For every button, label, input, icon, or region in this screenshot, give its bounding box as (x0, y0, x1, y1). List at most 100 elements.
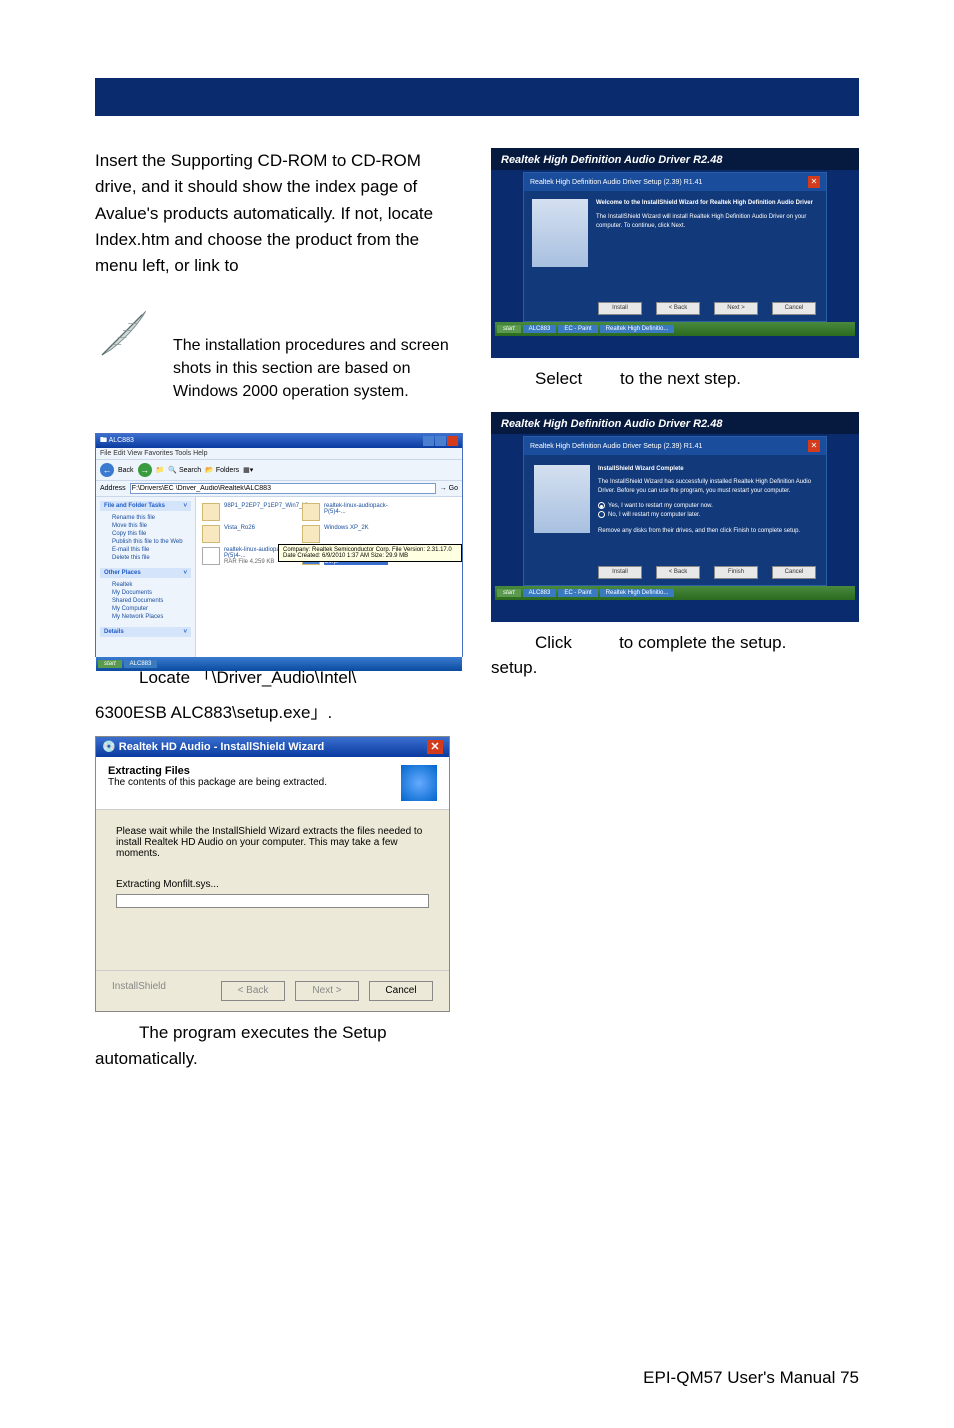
extracting-label: Extracting Monfilt.sys... (116, 879, 429, 890)
pc-graphic-icon (532, 199, 588, 267)
window-buttons (423, 436, 458, 446)
back-button: < Back (656, 566, 700, 579)
audio-driver-title: Realtek High Definition Audio Driver R2.… (495, 416, 855, 436)
explorer-sidebar: File and Folder Tasks Rename this file M… (96, 497, 196, 657)
wizard-title: 💿 Realtek HD Audio - InstallShield Wizar… (102, 740, 324, 753)
explorer-main: 98P1_P2EP7_P1EP7_Win7_Vis... realtek-lin… (196, 497, 462, 657)
button-row: Install < Back Next > Cancel (598, 302, 816, 315)
cancel-button[interactable]: Cancel (772, 302, 816, 315)
content-grid: Insert the Supporting CD-ROM to CD-ROM d… (0, 116, 954, 1073)
taskbar-item[interactable]: Realtek High Definitio... (600, 589, 675, 597)
close-icon[interactable]: ✕ (808, 440, 820, 452)
explorer-title: 🖿 ALC883 (100, 436, 134, 446)
taskbar-item[interactable]: ALC883 (124, 660, 158, 668)
radio-restart-now[interactable] (598, 502, 605, 509)
explorer-titlebar: 🖿 ALC883 (96, 434, 462, 448)
installshield-label: InstallShield (112, 981, 166, 1001)
step2-caption-b: 6300ESB ALC883\setup.exe」. (95, 700, 463, 726)
close-icon[interactable]: ✕ (808, 176, 820, 188)
file-item[interactable]: realtek-linux-audiopack-P(5)4-... (302, 503, 388, 521)
views-icon[interactable]: ▦▾ (243, 466, 253, 474)
back-label: Back (118, 467, 134, 474)
next-button[interactable]: Next > (714, 302, 758, 315)
next-button: Next > (295, 981, 359, 1001)
sidebar-item[interactable]: My Network Places (100, 613, 191, 621)
panel-other-places[interactable]: Other Places (100, 568, 191, 578)
search-label[interactable]: 🔍 Search (168, 466, 201, 474)
start-button[interactable]: start (497, 325, 521, 333)
wizard-logo-icon (401, 765, 437, 801)
sidebar-item[interactable]: My Documents (100, 589, 191, 597)
taskbar-item[interactable]: EC - Paint (558, 325, 597, 333)
sidebar-item[interactable]: Publish this file to the Web (100, 538, 191, 546)
header-bar (95, 78, 859, 116)
sidebar-item[interactable]: E-mail this file (100, 546, 191, 554)
wizard-footer: InstallShield < Back Next > Cancel (96, 970, 449, 1011)
file-item[interactable]: realtek-linux-audiopack-P(5)4-...RAR Fil… (202, 547, 288, 565)
panel-file-tasks[interactable]: File and Folder Tasks (100, 501, 191, 511)
folders-label[interactable]: 📂 Folders (205, 466, 239, 474)
intro-text: Insert the Supporting CD-ROM to CD-ROM d… (95, 148, 463, 280)
button-row: Install < Back Finish Cancel (598, 566, 816, 579)
explorer-toolbar: ← Back → 📁 🔍 Search 📂 Folders ▦▾ (96, 459, 462, 481)
audio-inner-dialog: Realtek High Definition Audio Driver Set… (523, 172, 827, 322)
wizard-header-text: Extracting Files The contents of this pa… (108, 765, 327, 788)
wizard-body: Please wait while the InstallShield Wiza… (96, 810, 449, 970)
welcome-body: Welcome to the InstallShield Wizard for … (524, 191, 826, 275)
note-text: The installation procedures and screen s… (173, 334, 463, 404)
taskbar-item[interactable]: ALC883 (523, 589, 557, 597)
step4-caption: Select to the next step. (491, 366, 859, 392)
cancel-button: Cancel (772, 566, 816, 579)
step5-caption-b: setup. (491, 655, 859, 681)
complete-body: InstallShield Wizard Complete The Instal… (524, 455, 826, 545)
file-item[interactable]: 98P1_P2EP7_P1EP7_Win7_Vis... (202, 503, 288, 521)
start-button[interactable]: start (98, 660, 122, 668)
address-label: Address (100, 485, 126, 492)
left-column: Insert the Supporting CD-ROM to CD-ROM d… (95, 148, 463, 1073)
radio-restart-later[interactable] (598, 511, 605, 518)
file-tooltip: Company: Realtek Semiconductor Corp. Fil… (278, 544, 462, 562)
taskbar: start ALC883 EC - Paint Realtek High Def… (495, 586, 855, 600)
audio-install-screenshot-2: Realtek High Definition Audio Driver R2.… (491, 412, 859, 622)
sidebar-item[interactable]: Rename this file (100, 514, 191, 522)
complete-text: InstallShield Wizard Complete The Instal… (598, 465, 816, 535)
page-footer: EPI-QM57 User's Manual 75 (643, 1368, 859, 1388)
step3-caption: The program executes the Setup automatic… (95, 1020, 463, 1073)
cancel-button[interactable]: Cancel (369, 981, 433, 1001)
forward-button[interactable]: → (138, 463, 152, 477)
step5-caption: Click to complete the setup. (491, 630, 859, 656)
file-item[interactable]: Windows XP_2K (302, 525, 388, 543)
back-button: < Back (221, 981, 285, 1001)
finish-button[interactable]: Finish (714, 566, 758, 579)
start-button[interactable]: start (497, 589, 521, 597)
up-icon[interactable]: 📁 (156, 466, 165, 474)
sidebar-item[interactable]: Copy this file (100, 530, 191, 538)
go-button[interactable]: → Go (440, 485, 458, 492)
file-item[interactable]: Vista_Ro26 (202, 525, 288, 543)
sidebar-item[interactable]: Move this file (100, 522, 191, 530)
close-icon[interactable]: ✕ (427, 740, 443, 754)
back-button[interactable]: ← (100, 463, 114, 477)
feather-icon (95, 306, 151, 362)
back-button: < Back (656, 302, 700, 315)
pc-graphic-icon (534, 465, 590, 533)
explorer-body: File and Folder Tasks Rename this file M… (96, 497, 462, 657)
explorer-addressbar: Address → Go (96, 481, 462, 497)
taskbar: start ALC883 EC - Paint Realtek High Def… (495, 322, 855, 336)
sidebar-item[interactable]: My Computer (100, 605, 191, 613)
audio-install-screenshot-1: Realtek High Definition Audio Driver R2.… (491, 148, 859, 358)
sidebar-item[interactable]: Shared Documents (100, 597, 191, 605)
panel-details[interactable]: Details (100, 627, 191, 637)
taskbar-item[interactable]: Realtek High Definitio... (600, 325, 675, 333)
right-column: Realtek High Definition Audio Driver R2.… (491, 148, 859, 1073)
wizard-message: Please wait while the InstallShield Wiza… (116, 826, 429, 859)
progress-bar (116, 894, 429, 908)
sidebar-item[interactable]: Delete this file (100, 554, 191, 562)
address-input[interactable] (130, 483, 436, 494)
taskbar: start ALC883 (96, 657, 462, 671)
feather-row: The installation procedures and screen s… (95, 306, 463, 404)
welcome-text: Welcome to the InstallShield Wizard for … (596, 199, 818, 267)
taskbar-item[interactable]: ALC883 (523, 325, 557, 333)
taskbar-item[interactable]: EC - Paint (558, 589, 597, 597)
sidebar-item[interactable]: Realtek (100, 581, 191, 589)
